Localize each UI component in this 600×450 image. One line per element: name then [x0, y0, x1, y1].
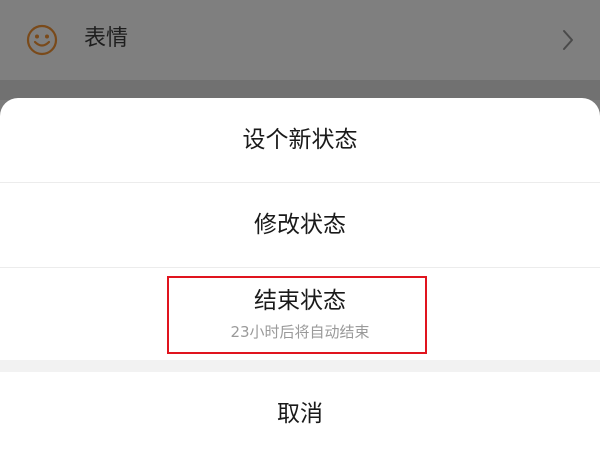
- screen: 表情 设个新状态 修改状态 结束状态 23小时后将自动结束 取消: [0, 0, 600, 450]
- smiley-face-icon: [26, 24, 58, 56]
- cancel-button[interactable]: 取消: [0, 372, 600, 450]
- emoji-setting-row[interactable]: 表情: [0, 0, 600, 80]
- edit-status-button[interactable]: 修改状态: [0, 183, 600, 268]
- cancel-separator: [0, 360, 600, 372]
- background-divider: [0, 80, 600, 100]
- emoji-row-label: 表情: [84, 26, 129, 51]
- end-status-button[interactable]: 结束状态 23小时后将自动结束: [0, 268, 600, 360]
- end-status-sublabel: 23小时后将自动结束: [230, 323, 370, 341]
- set-new-status-button[interactable]: 设个新状态: [0, 98, 600, 183]
- status-action-sheet: 设个新状态 修改状态 结束状态 23小时后将自动结束 取消: [0, 98, 600, 450]
- end-status-label: 结束状态: [254, 288, 346, 314]
- chevron-right-icon: [563, 30, 573, 50]
